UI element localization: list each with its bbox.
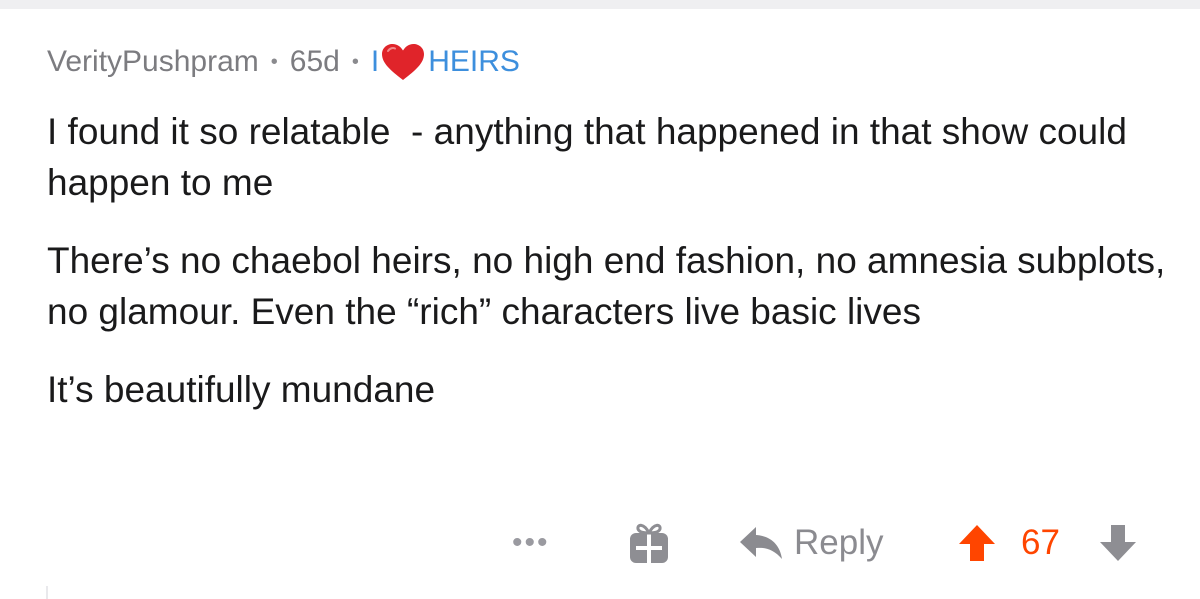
downvote-button[interactable]: [1098, 516, 1138, 570]
upvote-button[interactable]: [957, 516, 997, 570]
meta-separator: •: [270, 50, 278, 73]
meta-separator: •: [351, 50, 359, 73]
comment-paragraph: I found it so relatable - anything that …: [47, 111, 1138, 203]
comment-paragraph: It’s beautifully mundane: [47, 369, 436, 410]
gift-icon: [630, 523, 668, 563]
reply-arrow-icon: [740, 527, 782, 559]
reply-button[interactable]: Reply: [738, 516, 883, 570]
vote-score: 67: [1021, 516, 1060, 570]
reply-label: Reply: [794, 523, 884, 562]
downvote-arrow-icon: [1100, 525, 1136, 561]
flair-prefix: I: [370, 45, 380, 78]
comment-age: 65d: [289, 45, 340, 78]
comment-paragraph: There’s no chaebol heirs, no high end fa…: [47, 240, 1176, 332]
heart-icon: [382, 44, 425, 80]
more-options-button[interactable]: •••: [512, 516, 550, 570]
more-icon: •••: [512, 526, 550, 559]
flair-text: HEIRS: [428, 45, 520, 78]
author-name[interactable]: VerityPushpram: [47, 45, 259, 79]
gift-award-button[interactable]: [628, 516, 670, 570]
thread-line: [46, 586, 48, 599]
comment-body: I found it so relatable - anything that …: [47, 106, 1167, 442]
comment: VerityPushpram • 65d • I HEIRS I found i…: [0, 0, 1200, 599]
comment-meta: VerityPushpram • 65d • I HEIRS: [47, 44, 520, 80]
user-flair: I HEIRS: [371, 43, 520, 81]
comment-actions: ••• Reply 67: [0, 516, 1200, 570]
upvote-arrow-icon: [959, 525, 995, 561]
score-value: 67: [1021, 523, 1060, 562]
